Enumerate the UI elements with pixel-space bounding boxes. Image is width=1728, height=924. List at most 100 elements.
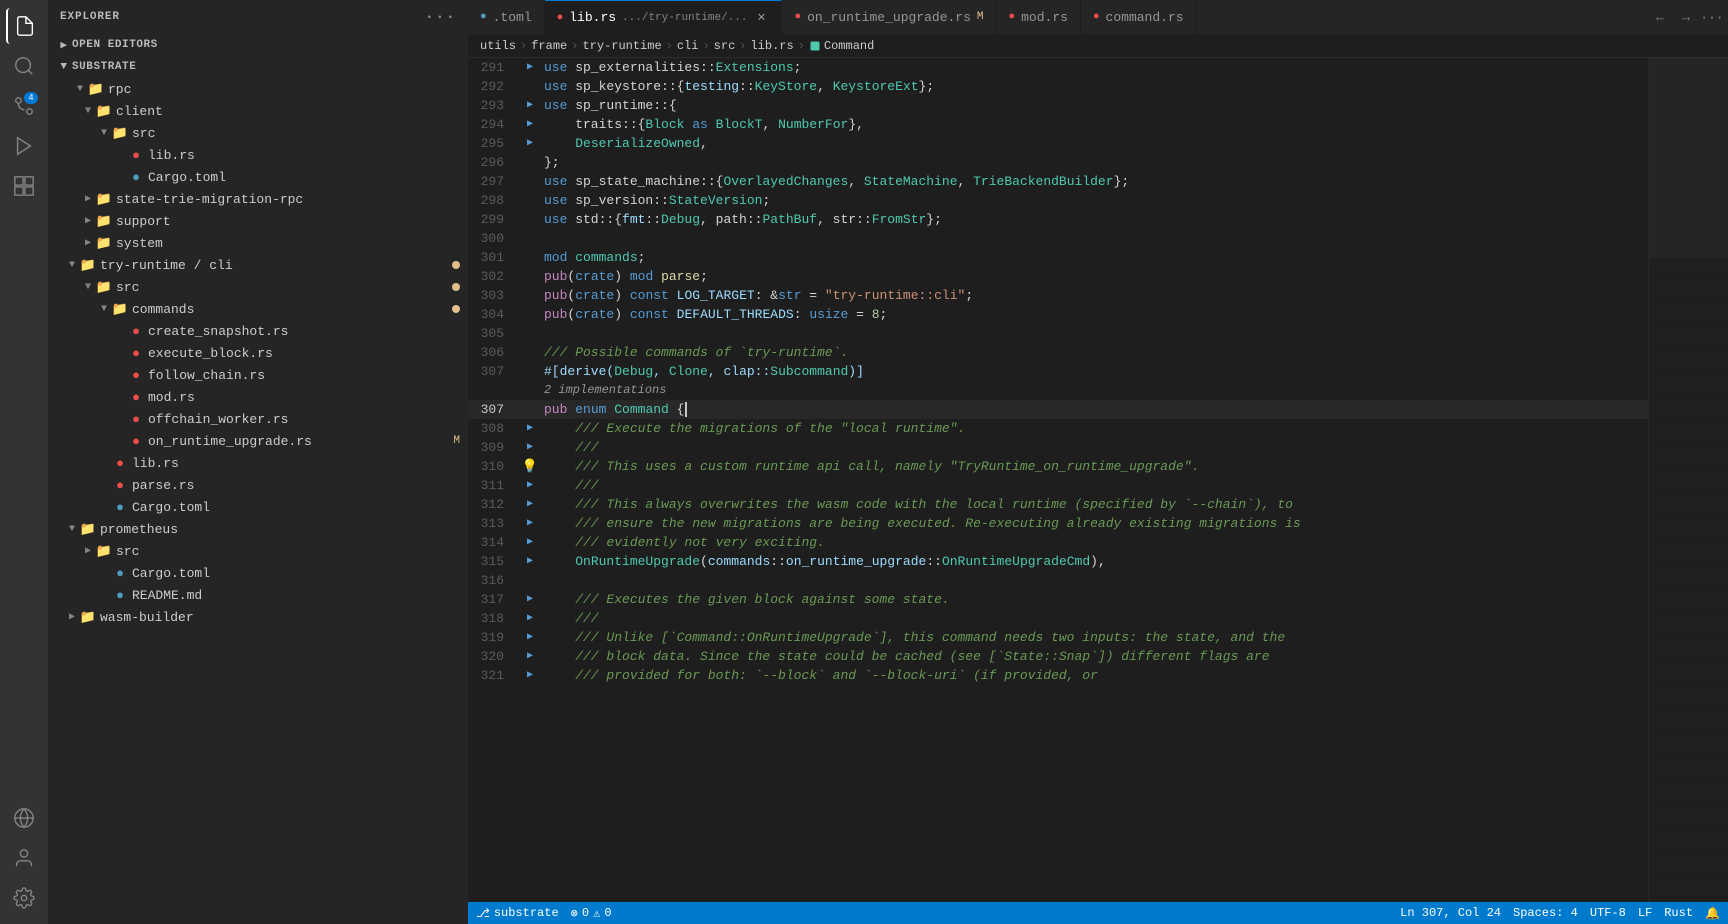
follow-chain-label: follow_chain.rs	[148, 368, 265, 383]
code-content-322: /// block data. Since the state could be…	[540, 647, 1648, 666]
source-control-icon[interactable]: 4	[6, 88, 42, 124]
arrow-311: ▶	[527, 438, 533, 457]
gutter-296	[520, 153, 540, 172]
code-line-307: 307 #[derive(Debug, Clone, clap::Subcomm…	[468, 362, 1648, 381]
sidebar-item-rpc[interactable]: ▼ 📁 rpc	[48, 78, 468, 100]
status-errors[interactable]: ⊗ 0 ⚠ 0	[571, 906, 612, 921]
breadcrumb-try-runtime[interactable]: try-runtime	[582, 39, 661, 53]
create-snapshot-icon: ●	[128, 323, 144, 339]
sidebar-item-lib-rs-client[interactable]: ▶ ● lib.rs	[48, 144, 468, 166]
status-encoding[interactable]: UTF-8	[1590, 906, 1626, 920]
toml-tab-icon: ●	[480, 11, 487, 23]
sidebar-item-parse-rs[interactable]: ▶ ● parse.rs	[48, 474, 468, 496]
sidebar-menu-button[interactable]: ···	[425, 8, 456, 26]
on-runtime-tab-icon: ●	[794, 11, 801, 23]
prometheus-icon: 📁	[80, 521, 96, 537]
files-icon[interactable]	[6, 8, 42, 44]
sidebar-item-try-runtime[interactable]: ▼ 📁 try-runtime / cli	[48, 254, 468, 276]
sidebar-item-lib-rs-try[interactable]: ▶ ● lib.rs	[48, 452, 468, 474]
lightbulb-icon[interactable]: 💡	[522, 457, 538, 476]
sidebar-item-client[interactable]: ▼ 📁 client	[48, 100, 468, 122]
gutter-314: ▶	[520, 495, 540, 514]
sidebar-item-offchain-worker[interactable]: ▶ ● offchain_worker.rs	[48, 408, 468, 430]
system-label: system	[116, 236, 163, 251]
sidebar-item-follow-chain[interactable]: ▶ ● follow_chain.rs	[48, 364, 468, 386]
status-cursor[interactable]: Ln 307, Col 24	[1400, 906, 1501, 920]
sidebar-item-src-try[interactable]: ▼ 📁 src	[48, 276, 468, 298]
status-feedback[interactable]: 🔔	[1705, 906, 1720, 921]
tab-on-runtime[interactable]: ● on_runtime_upgrade.rs M	[782, 0, 996, 34]
line-num-304: 304	[468, 305, 520, 324]
sidebar-item-state-trie[interactable]: ▶ 📁 state-trie-migration-rpc	[48, 188, 468, 210]
code-line-320: 318 ▶ ///	[468, 609, 1648, 628]
code-line-311: 309 ▶ ///	[468, 438, 1648, 457]
code-line-295: 295 ▶ DeserializeOwned,	[468, 134, 1648, 153]
code-line-312: 310 💡 /// This uses a custom runtime api…	[468, 457, 1648, 476]
wasm-label: wasm-builder	[100, 610, 194, 625]
status-line-ending[interactable]: LF	[1638, 906, 1652, 920]
sidebar-item-cargo-client[interactable]: ▶ ● Cargo.toml	[48, 166, 468, 188]
search-icon[interactable]	[6, 48, 42, 84]
extensions-icon[interactable]	[6, 168, 42, 204]
breadcrumb-command[interactable]: Command	[824, 39, 874, 53]
lib-rs-tab-close[interactable]: ✕	[753, 10, 769, 26]
line-num-317: 315	[468, 552, 520, 571]
breadcrumb-frame[interactable]: frame	[531, 39, 567, 53]
state-trie-icon: 📁	[96, 191, 112, 207]
run-icon[interactable]	[6, 128, 42, 164]
sidebar-item-commands[interactable]: ▼ 📁 commands	[48, 298, 468, 320]
sidebar-item-wasm-builder[interactable]: ▶ 📁 wasm-builder	[48, 606, 468, 628]
code-content-311: ///	[540, 438, 1648, 457]
sidebar-item-mod-rs[interactable]: ▶ ● mod.rs	[48, 386, 468, 408]
code-editor[interactable]: 291 ▶ use sp_externalities::Extensions; …	[468, 58, 1648, 902]
status-spaces[interactable]: Spaces: 4	[1513, 906, 1578, 920]
line-num-323: 321	[468, 666, 520, 685]
code-content-308a: 2 implementations	[540, 381, 1648, 400]
code-line-309: 307 pub enum Command {	[468, 400, 1648, 419]
sidebar-item-readme-prometheus[interactable]: ▶ ● README.md	[48, 584, 468, 606]
code-line-310: 308 ▶ /// Execute the migrations of the …	[468, 419, 1648, 438]
sidebar-item-on-runtime-upgrade[interactable]: ▶ ● on_runtime_upgrade.rs M	[48, 430, 468, 452]
remote-icon[interactable]	[6, 800, 42, 836]
try-runtime-icon: 📁	[80, 257, 96, 273]
line-num-303: 303	[468, 286, 520, 305]
line-num-320: 318	[468, 609, 520, 628]
sidebar-item-support[interactable]: ▶ 📁 support	[48, 210, 468, 232]
status-branch[interactable]: ⎇ substrate	[476, 906, 559, 921]
breadcrumb-cli[interactable]: cli	[677, 39, 699, 53]
substrate-section[interactable]: ▼ SUBSTRATE	[48, 56, 468, 78]
sidebar-item-src-prometheus[interactable]: ▶ 📁 src	[48, 540, 468, 562]
code-content-318	[540, 571, 1648, 590]
status-language[interactable]: Rust	[1664, 906, 1693, 920]
sidebar-item-src-client[interactable]: ▼ 📁 src	[48, 122, 468, 144]
code-content-317: OnRuntimeUpgrade(commands::on_runtime_up…	[540, 552, 1648, 571]
rpc-folder-icon: 📁	[88, 81, 104, 97]
tab-mod-rs[interactable]: ● mod.rs	[997, 0, 1081, 34]
command-rs-tab-icon: ●	[1093, 11, 1100, 23]
breadcrumb-lib-rs[interactable]: lib.rs	[750, 39, 793, 53]
more-actions-btn[interactable]: ···	[1700, 5, 1724, 29]
tab-command-rs[interactable]: ● command.rs	[1081, 0, 1197, 34]
mod-rs-tab-label: mod.rs	[1021, 10, 1068, 25]
mod-rs-label: mod.rs	[148, 390, 195, 405]
code-content-300	[540, 229, 1648, 248]
sidebar-item-system[interactable]: ▶ 📁 system	[48, 232, 468, 254]
tab-toml[interactable]: ● .toml	[468, 0, 545, 34]
sidebar-item-prometheus[interactable]: ▼ 📁 prometheus	[48, 518, 468, 540]
sidebar-item-execute-block[interactable]: ▶ ● execute_block.rs	[48, 342, 468, 364]
tab-lib-rs[interactable]: ● lib.rs .../try-runtime/... ✕	[545, 0, 783, 34]
gutter-294: ▶	[520, 115, 540, 134]
code-line-308-annotation: 2 implementations	[468, 381, 1648, 400]
src-client-chevron: ▼	[96, 125, 112, 141]
breadcrumb-utils[interactable]: utils	[480, 39, 516, 53]
split-editor-left-btn[interactable]: ←	[1648, 5, 1672, 29]
breadcrumb-src[interactable]: src	[714, 39, 736, 53]
sidebar-item-cargo-prometheus[interactable]: ▶ ● Cargo.toml	[48, 562, 468, 584]
split-editor-right-btn[interactable]: →	[1674, 5, 1698, 29]
sidebar-item-cargo-try[interactable]: ▶ ● Cargo.toml	[48, 496, 468, 518]
account-icon[interactable]	[6, 840, 42, 876]
sidebar-item-create-snapshot[interactable]: ▶ ● create_snapshot.rs	[48, 320, 468, 342]
arrow-293: ▶	[527, 96, 533, 115]
settings-icon[interactable]	[6, 880, 42, 916]
open-editors-section[interactable]: ▶ OPEN EDITORS	[48, 34, 468, 56]
